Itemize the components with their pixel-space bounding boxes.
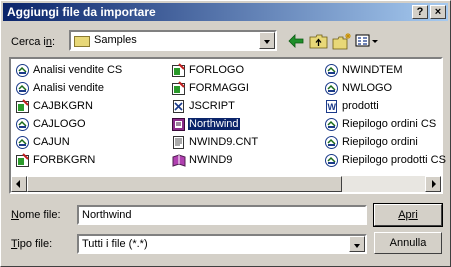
report-icon [325, 82, 338, 95]
scroll-right-button[interactable] [425, 176, 441, 192]
help-contents-icon [173, 136, 184, 149]
file-name: NWIND9.CNT [189, 136, 259, 148]
view-menu-icon[interactable] [354, 31, 380, 51]
report-icon [16, 64, 29, 77]
look-in-value: Samples [94, 34, 137, 46]
report-icon [16, 82, 29, 95]
title-bar[interactable]: Aggiungi file da importare ? × [3, 3, 448, 21]
close-button[interactable]: × [430, 5, 446, 19]
file-name: CAJBKGRN [33, 100, 93, 112]
file-name: CAJUN [33, 136, 70, 148]
image-icon [172, 63, 185, 77]
file-name: CAJLOGO [33, 118, 86, 130]
file-name: prodotti [342, 100, 379, 112]
filename-value: Northwind [82, 209, 132, 221]
chevron-left-icon [16, 180, 20, 188]
open-button[interactable]: Apri [373, 203, 443, 227]
folder-icon [74, 36, 90, 47]
help-button[interactable]: ? [412, 5, 428, 19]
image-icon [172, 81, 185, 95]
chevron-down-icon[interactable] [259, 32, 275, 49]
filetype-label: Tipo file: [11, 238, 53, 250]
file-name: JSCRIPT [189, 100, 235, 112]
word-document-icon: W [326, 100, 337, 113]
chevron-down-icon[interactable] [349, 236, 365, 252]
filetype-value: Tutti i file (*.*) [82, 238, 148, 250]
file-list[interactable]: Analisi vendite CS Analisi vendite CAJBKGR… [9, 57, 446, 194]
new-folder-icon[interactable] [331, 31, 353, 51]
chevron-right-icon [432, 180, 436, 188]
cancel-button[interactable]: Annulla [374, 232, 442, 254]
file-name: FORBKGRN [33, 154, 96, 166]
report-icon [325, 136, 338, 149]
filename-label: Nome file: [11, 209, 61, 221]
file-dialog: Aggiungi file da importare ? × Cerca in:… [0, 0, 451, 267]
look-in-label: Cerca in: [11, 36, 56, 48]
svg-text:W: W [328, 102, 337, 112]
file-name: NWLOGO [342, 82, 393, 94]
file-name: FORLOGO [189, 64, 245, 76]
report-icon [325, 154, 338, 167]
horizontal-scrollbar[interactable] [11, 176, 441, 192]
image-icon [16, 153, 29, 167]
report-icon [16, 136, 29, 149]
report-icon [325, 64, 338, 77]
file-name: NWINDTEM [342, 64, 403, 76]
report-icon [16, 118, 29, 131]
filename-input[interactable]: Northwind [77, 205, 367, 225]
report-icon [325, 118, 338, 131]
scroll-left-button[interactable] [11, 176, 27, 192]
file-name: FORMAGGI [189, 82, 249, 94]
script-icon [173, 100, 184, 113]
help-book-icon [172, 154, 186, 167]
look-in-combo[interactable]: Samples [69, 30, 277, 51]
file-name: Riepilogo prodotti CS [342, 154, 446, 166]
back-arrow-icon[interactable] [285, 31, 307, 51]
file-name: Northwind [187, 117, 241, 131]
file-name: NWIND9 [189, 154, 233, 166]
open-button-label: Apri [398, 209, 418, 221]
file-name: Riepilogo ordini [342, 136, 418, 148]
filetype-select[interactable]: Tutti i file (*.*) [77, 234, 367, 254]
scroll-thumb[interactable] [27, 176, 342, 192]
file-name: Analisi vendite [33, 82, 104, 94]
up-folder-icon[interactable] [308, 31, 330, 51]
image-icon [16, 99, 29, 113]
file-name: Riepilogo ordini CS [342, 118, 437, 130]
file-name: Analisi vendite CS [33, 64, 123, 76]
dialog-title: Aggiungi file da importare [7, 5, 156, 19]
database-icon [172, 118, 185, 131]
